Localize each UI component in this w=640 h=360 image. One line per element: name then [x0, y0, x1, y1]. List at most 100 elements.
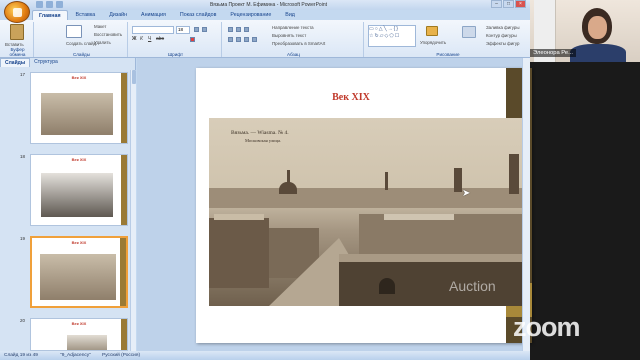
slide-thumbnail[interactable]: Век XIX: [30, 318, 128, 351]
panel-tabs: Слайды Структура: [0, 58, 136, 67]
quick-access-toolbar: [36, 1, 63, 8]
font-size-field[interactable]: 18: [176, 26, 190, 34]
numbering-icon[interactable]: [236, 27, 241, 32]
shape-effects-button[interactable]: Эффекты фигур: [486, 41, 519, 46]
thumbnail-title: Век XIX: [71, 240, 87, 245]
bell-tower: [454, 168, 462, 192]
scrollbar-thumb[interactable]: [132, 70, 136, 84]
grow-font-icon[interactable]: [194, 27, 199, 32]
theme-name: "9_Adjacency": [60, 353, 91, 358]
historic-photo[interactable]: Вязьма. — Wiasma. № 4. Московская улица.: [209, 118, 525, 306]
roof: [214, 214, 264, 220]
zoom-logo: zoom: [513, 312, 580, 342]
participant-name: Элеонора Ре...: [530, 49, 576, 57]
paragraph-group: Направление текста Выровнять текст Преоб…: [224, 22, 364, 57]
participant-video[interactable]: Элеонора Ре...: [530, 0, 640, 62]
bullets-icon[interactable]: [228, 27, 233, 32]
slide-editor: Век XIX Вязьма. — Wiasma. № 4. Московска…: [137, 58, 532, 351]
minimize-button[interactable]: –: [491, 0, 502, 8]
tab-slides[interactable]: Слайды: [0, 58, 31, 67]
slide-number: 17: [20, 72, 26, 77]
slides-panel: Слайды Структура 17 Век XIX 18 Век XIX 1…: [0, 58, 136, 351]
strikethrough-button[interactable]: abc: [156, 36, 164, 42]
thumbnail-photo: [41, 93, 113, 135]
new-slide-icon[interactable]: [66, 25, 82, 38]
language[interactable]: Русский (Россия): [102, 353, 140, 358]
slide-counter: Слайд 19 из 49: [4, 353, 38, 358]
bell-tower: [509, 154, 519, 194]
thumbnail-title: Век XIX: [71, 321, 87, 326]
maximize-button[interactable]: □: [503, 0, 514, 8]
thumbnail-photo: [40, 254, 116, 300]
current-slide[interactable]: Век XIX Вязьма. — Wiasma. № 4. Московска…: [196, 68, 532, 343]
tab-slideshow[interactable]: Показ слайдов: [174, 10, 222, 20]
slide-title[interactable]: Век XIX: [196, 92, 506, 103]
align-center-icon[interactable]: [236, 37, 241, 42]
arrange-icon[interactable]: [426, 26, 438, 36]
smartart-button[interactable]: Преобразовать в SmartArt: [272, 41, 325, 46]
font-group-label: Шрифт: [167, 52, 184, 57]
slide-number: 20: [20, 318, 26, 323]
paste-icon[interactable]: [10, 24, 24, 40]
drawing-group-label: Рисование: [436, 52, 460, 57]
slides-panel-scrollbar[interactable]: [130, 70, 136, 351]
building-row: [209, 218, 269, 288]
office-button[interactable]: [4, 1, 30, 23]
arch: [379, 278, 395, 294]
layout-button[interactable]: Макет: [94, 24, 106, 29]
save-icon[interactable]: [36, 1, 43, 8]
ribbon: Вставить Буфер обмена Создать слайд Маке…: [0, 20, 530, 58]
roof: [384, 214, 454, 220]
thumbnail-photo: [41, 173, 113, 217]
slide-thumbnail[interactable]: Век XIX: [30, 154, 128, 226]
italic-button[interactable]: К: [140, 36, 143, 42]
shape-fill-button[interactable]: Заливка фигуры: [486, 25, 520, 30]
tab-home[interactable]: Главная: [32, 10, 68, 20]
shrink-font-icon[interactable]: [202, 27, 207, 32]
indent-icon[interactable]: [244, 27, 249, 32]
clipboard-group-label: Буфер обмена: [9, 47, 26, 57]
slide-number: 19: [20, 236, 26, 241]
align-right-icon[interactable]: [244, 37, 249, 42]
arrange-button[interactable]: Упорядочить: [420, 40, 446, 45]
slide-thumbnail[interactable]: Век XIX: [30, 72, 128, 144]
photo-skyline: [209, 188, 525, 208]
text-direction-button[interactable]: Направление текста: [272, 25, 314, 30]
new-slide-button[interactable]: Создать слайд: [66, 41, 96, 46]
status-bar: Слайд 19 из 49 "9_Adjacency" Русский (Ро…: [0, 351, 530, 360]
shape-outline-button[interactable]: Контур фигуры: [486, 33, 517, 38]
photo-subcaption: Московская улица.: [245, 138, 282, 143]
tab-view[interactable]: Вид: [279, 10, 301, 20]
font-name-field[interactable]: [132, 26, 174, 34]
tab-insert[interactable]: Вставка: [70, 10, 102, 20]
paragraph-group-label: Абзац: [287, 52, 300, 57]
participant-face: [588, 16, 607, 39]
underline-button[interactable]: Ч: [148, 36, 151, 42]
thumbnail-title: Век XIX: [71, 75, 87, 80]
close-button[interactable]: ×: [515, 0, 526, 8]
redo-icon[interactable]: [56, 1, 63, 8]
delete-button[interactable]: Удалить: [94, 40, 111, 45]
church-spire: [385, 172, 388, 190]
quick-styles-icon[interactable]: [462, 26, 476, 38]
justify-icon[interactable]: [252, 37, 257, 42]
font-group: 18 Ж К Ч abc Шрифт: [130, 22, 222, 57]
bold-button[interactable]: Ж: [132, 36, 137, 42]
thumbnail-strip: [120, 238, 126, 306]
slide-thumbnail-selected[interactable]: Век XIX: [30, 236, 128, 308]
editor-scrollbar[interactable]: [522, 58, 530, 351]
ribbon-tabs: Главная Вставка Дизайн Анимация Показ сл…: [32, 10, 301, 20]
window-title: Вязьма Проект М. Ефимина - Microsoft Pow…: [210, 2, 327, 8]
reset-button[interactable]: Восстановить: [94, 32, 122, 37]
align-text-button[interactable]: Выровнять текст: [272, 33, 306, 38]
tab-animation[interactable]: Анимация: [135, 10, 172, 20]
shapes-gallery[interactable]: ▭○△╲→{}☆↻▱◇⬠☐: [368, 25, 416, 47]
screen: Вязьма Проект М. Ефимина - Microsoft Pow…: [0, 0, 640, 360]
tab-design[interactable]: Дизайн: [103, 10, 133, 20]
title-bar: Вязьма Проект М. Ефимина - Microsoft Pow…: [0, 0, 530, 10]
tab-review[interactable]: Рецензирование: [224, 10, 277, 20]
align-left-icon[interactable]: [228, 37, 233, 42]
undo-icon[interactable]: [46, 1, 53, 8]
tab-outline[interactable]: Структура: [30, 58, 62, 67]
font-color-icon[interactable]: [190, 37, 195, 42]
